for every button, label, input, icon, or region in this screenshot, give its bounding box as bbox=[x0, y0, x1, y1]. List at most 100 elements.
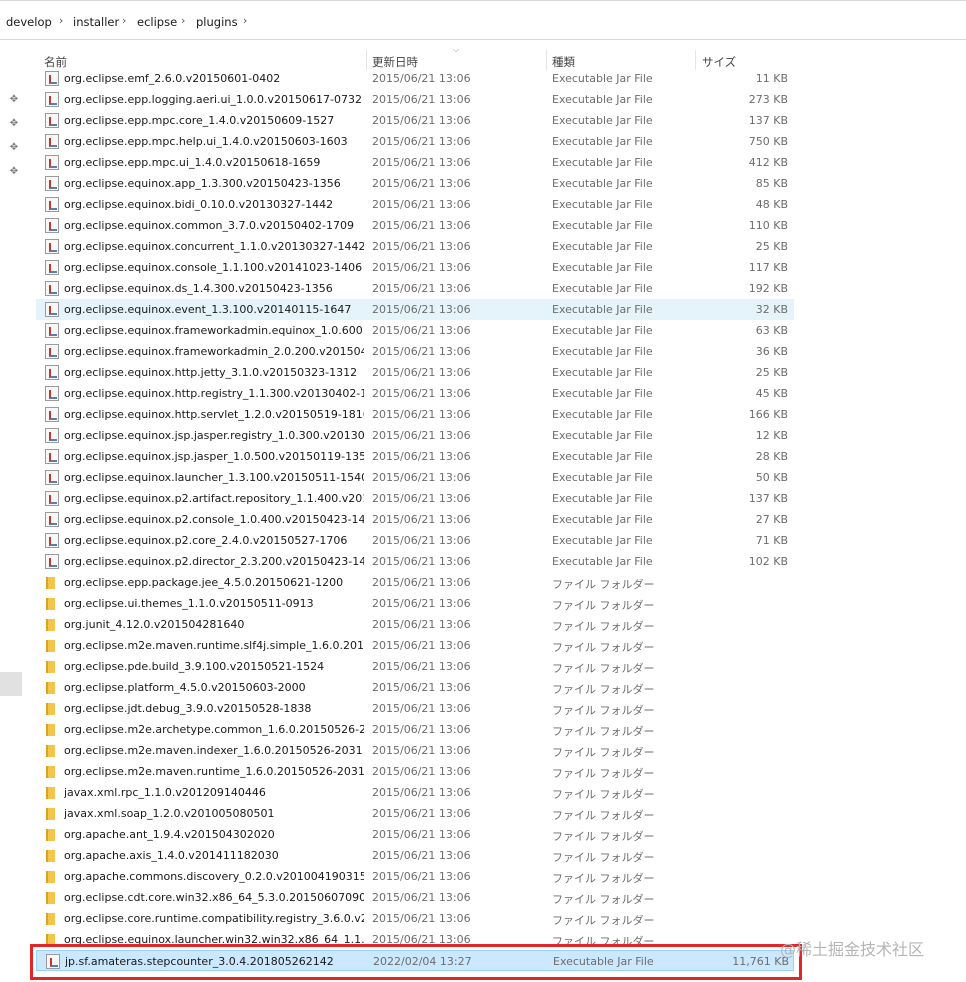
file-name: org.eclipse.core.runtime.compatibility.r… bbox=[64, 912, 364, 925]
file-name: org.eclipse.m2e.maven.runtime_1.6.0.2015… bbox=[64, 765, 364, 778]
pin-icon[interactable]: ✥ bbox=[8, 142, 20, 154]
file-date: 2015/06/21 13:06 bbox=[372, 303, 471, 316]
file-name: org.eclipse.equinox.p2.core_2.4.0.v20150… bbox=[64, 534, 348, 547]
pin-icon[interactable]: ✥ bbox=[8, 118, 20, 130]
breadcrumb-chevron-icon[interactable]: › bbox=[181, 14, 185, 27]
jar-file-icon bbox=[45, 134, 59, 149]
file-row[interactable]: org.eclipse.equinox.p2.console_1.0.400.v… bbox=[36, 509, 794, 530]
file-row[interactable]: javax.xml.soap_1.2.0.v201005080501 2015/0… bbox=[36, 803, 794, 824]
file-size: 273 KB bbox=[748, 93, 788, 106]
file-type: ファイル フォルダー bbox=[552, 620, 655, 633]
breadcrumb-item-develop[interactable]: develop bbox=[6, 15, 52, 29]
file-row[interactable]: org.eclipse.equinox.bidi_0.10.0.v2013032… bbox=[36, 194, 794, 215]
file-size: 166 KB bbox=[748, 408, 788, 421]
folder-icon bbox=[46, 871, 55, 883]
file-row[interactable]: org.eclipse.equinox.http.servlet_1.2.0.v… bbox=[36, 404, 794, 425]
file-row[interactable]: org.eclipse.equinox.http.registry_1.1.30… bbox=[36, 383, 794, 404]
file-type: ファイル フォルダー bbox=[552, 830, 655, 843]
file-name: org.eclipse.equinox.p2.artifact.reposito… bbox=[64, 492, 364, 505]
file-date: 2015/06/21 13:06 bbox=[372, 576, 471, 589]
file-row[interactable]: org.eclipse.equinox.common_3.7.0.v201504… bbox=[36, 215, 794, 236]
file-row[interactable]: org.eclipse.equinox.http.jetty_3.1.0.v20… bbox=[36, 362, 794, 383]
file-row[interactable]: org.eclipse.equinox.ds_1.4.300.v20150423… bbox=[36, 278, 794, 299]
folder-icon bbox=[46, 598, 55, 610]
navigation-pane: ✥ ✥ ✥ ✥ bbox=[0, 40, 26, 982]
file-date: 2015/06/21 13:06 bbox=[372, 219, 471, 232]
file-row[interactable]: org.eclipse.equinox.frameworkadmin.equin… bbox=[36, 320, 794, 341]
file-row[interactable]: org.eclipse.equinox.concurrent_1.1.0.v20… bbox=[36, 236, 794, 257]
file-row[interactable]: org.eclipse.epp.package.jee_4.5.0.201506… bbox=[36, 572, 794, 593]
folder-icon bbox=[46, 829, 55, 841]
file-row[interactable]: org.junit_4.12.0.v201504281640 2015/06/21… bbox=[36, 614, 794, 635]
file-type: ファイル フォルダー bbox=[552, 914, 655, 927]
file-row[interactable]: org.eclipse.epp.mpc.ui_1.4.0.v20150618-1… bbox=[36, 152, 794, 173]
breadcrumb-item-installer[interactable]: installer bbox=[73, 15, 119, 29]
file-type: Executable Jar File bbox=[552, 492, 653, 505]
file-date: 2015/06/21 13:06 bbox=[372, 597, 471, 610]
sort-descending-icon: ⌵ bbox=[453, 45, 460, 54]
breadcrumb-chevron-icon[interactable]: › bbox=[243, 14, 247, 27]
column-header: 名前 ⌵ 更新日時 種類 サイズ bbox=[36, 45, 796, 70]
file-row[interactable]: org.eclipse.equinox.event_1.3.100.v20140… bbox=[36, 299, 794, 320]
file-row[interactable]: org.eclipse.equinox.frameworkadmin_2.0.2… bbox=[36, 341, 794, 362]
file-date: 2015/06/21 13:06 bbox=[372, 723, 471, 736]
file-row[interactable]: org.apache.axis_1.4.0.v201411182030 2015/… bbox=[36, 845, 794, 866]
file-row[interactable]: org.eclipse.epp.logging.aeri.ui_1.0.0.v2… bbox=[36, 89, 794, 110]
pin-icon[interactable]: ✥ bbox=[8, 166, 20, 178]
file-type: ファイル フォルダー bbox=[552, 788, 655, 801]
file-name: org.eclipse.jdt.debug_3.9.0.v20150528-18… bbox=[64, 702, 312, 715]
file-row[interactable]: org.eclipse.m2e.maven.indexer_1.6.0.2015… bbox=[36, 740, 794, 761]
file-row[interactable]: org.eclipse.equinox.jsp.jasper_1.0.500.v… bbox=[36, 446, 794, 467]
file-row[interactable]: org.eclipse.jdt.debug_3.9.0.v20150528-18… bbox=[36, 698, 794, 719]
breadcrumb-item-eclipse[interactable]: eclipse bbox=[137, 15, 177, 29]
address-breadcrumb[interactable]: develop › installer › eclipse › plugins … bbox=[0, 0, 966, 40]
file-row[interactable]: org.eclipse.cdt.core.win32.x86_64_5.3.0.… bbox=[36, 887, 794, 908]
file-date: 2015/06/21 13:06 bbox=[372, 282, 471, 295]
file-row[interactable]: org.eclipse.equinox.p2.director_2.3.200.… bbox=[36, 551, 794, 572]
file-size: 192 KB bbox=[748, 282, 788, 295]
column-divider[interactable] bbox=[695, 50, 696, 70]
file-date: 2015/06/21 13:06 bbox=[372, 702, 471, 715]
jar-file-icon bbox=[45, 449, 59, 464]
file-name: org.eclipse.epp.package.jee_4.5.0.201506… bbox=[64, 576, 344, 589]
file-row[interactable]: org.eclipse.equinox.console_1.1.100.v201… bbox=[36, 257, 794, 278]
file-row[interactable]: org.eclipse.platform_4.5.0.v20150603-200… bbox=[36, 677, 794, 698]
breadcrumb-chevron-icon[interactable]: › bbox=[59, 14, 63, 27]
file-type: Executable Jar File bbox=[552, 303, 653, 316]
file-row[interactable]: javax.xml.rpc_1.1.0.v201209140446 2015/06… bbox=[36, 782, 794, 803]
file-row[interactable]: org.apache.commons.discovery_0.2.0.v2010… bbox=[36, 866, 794, 887]
file-type: Executable Jar File bbox=[552, 135, 653, 148]
file-type: Executable Jar File bbox=[552, 324, 653, 337]
file-size: 71 KB bbox=[755, 534, 788, 547]
breadcrumb-chevron-icon[interactable]: › bbox=[122, 14, 126, 27]
file-row[interactable]: org.eclipse.equinox.jsp.jasper.registry_… bbox=[36, 425, 794, 446]
file-size: 137 KB bbox=[748, 492, 788, 505]
file-row[interactable]: org.eclipse.core.runtime.compatibility.r… bbox=[36, 908, 794, 929]
file-row[interactable]: org.eclipse.equinox.p2.artifact.reposito… bbox=[36, 488, 794, 509]
file-type: Executable Jar File bbox=[552, 345, 653, 358]
file-type: ファイル フォルダー bbox=[552, 809, 655, 822]
file-row[interactable]: org.eclipse.m2e.archetype.common_1.6.0.2… bbox=[36, 719, 794, 740]
file-row[interactable]: org.eclipse.epp.mpc.help.ui_1.4.0.v20150… bbox=[36, 131, 794, 152]
column-divider[interactable] bbox=[366, 50, 367, 70]
file-row[interactable]: org.eclipse.equinox.launcher_1.3.100.v20… bbox=[36, 467, 794, 488]
file-date: 2015/06/21 13:06 bbox=[372, 681, 471, 694]
file-row[interactable]: org.eclipse.m2e.maven.runtime_1.6.0.2015… bbox=[36, 761, 794, 782]
file-type: ファイル フォルダー bbox=[552, 893, 655, 906]
column-divider[interactable] bbox=[546, 50, 547, 70]
breadcrumb-item-plugins[interactable]: plugins bbox=[196, 15, 238, 29]
file-row[interactable]: org.eclipse.epp.mpc.core_1.4.0.v20150609… bbox=[36, 110, 794, 131]
file-row[interactable]: org.eclipse.equinox.app_1.3.300.v2015042… bbox=[36, 173, 794, 194]
file-row[interactable]: org.eclipse.equinox.p2.core_2.4.0.v20150… bbox=[36, 530, 794, 551]
nav-pane-selected-item[interactable] bbox=[0, 672, 22, 696]
file-row[interactable]: org.apache.ant_1.9.4.v201504302020 2015/0… bbox=[36, 824, 794, 845]
file-row[interactable]: org.eclipse.ui.themes_1.1.0.v20150511-09… bbox=[36, 593, 794, 614]
file-row[interactable]: org.eclipse.emf_2.6.0.v20150601-0402 2015… bbox=[36, 68, 794, 89]
file-size: 12 KB bbox=[755, 429, 788, 442]
file-row[interactable]: org.eclipse.m2e.maven.runtime.slf4j.simp… bbox=[36, 635, 794, 656]
file-row[interactable]: org.eclipse.pde.build_3.9.100.v20150521-… bbox=[36, 656, 794, 677]
file-date: 2015/06/21 13:06 bbox=[372, 345, 471, 358]
folder-icon bbox=[46, 619, 55, 631]
pin-icon[interactable]: ✥ bbox=[8, 94, 20, 106]
file-date: 2015/06/21 13:06 bbox=[372, 891, 471, 904]
